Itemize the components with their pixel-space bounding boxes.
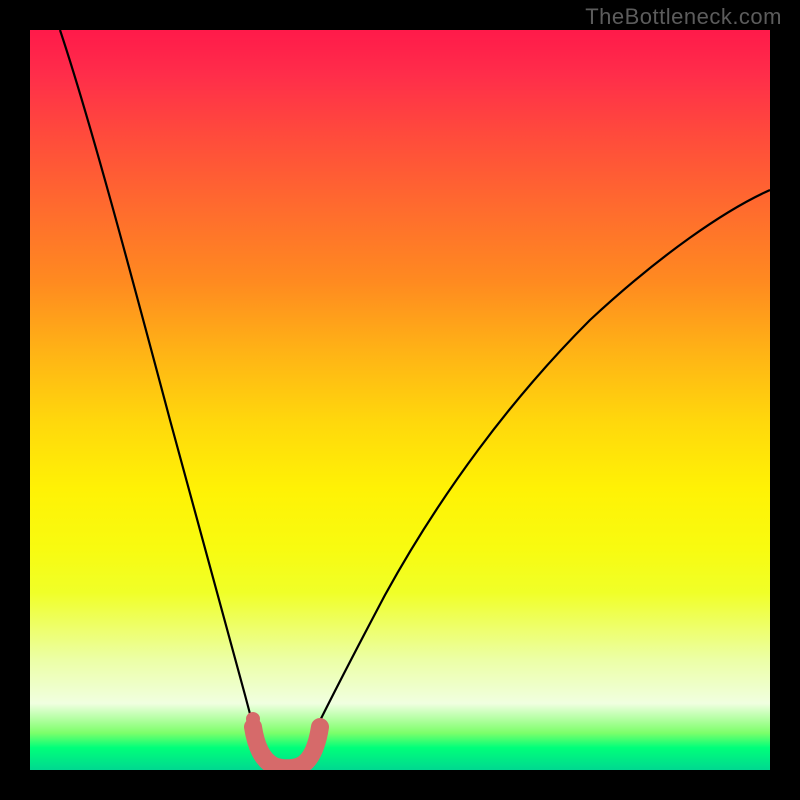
valley-svg bbox=[30, 30, 770, 770]
plot-area bbox=[30, 30, 770, 770]
valley-u-marker bbox=[253, 727, 320, 768]
watermark-text: TheBottleneck.com bbox=[585, 4, 782, 30]
